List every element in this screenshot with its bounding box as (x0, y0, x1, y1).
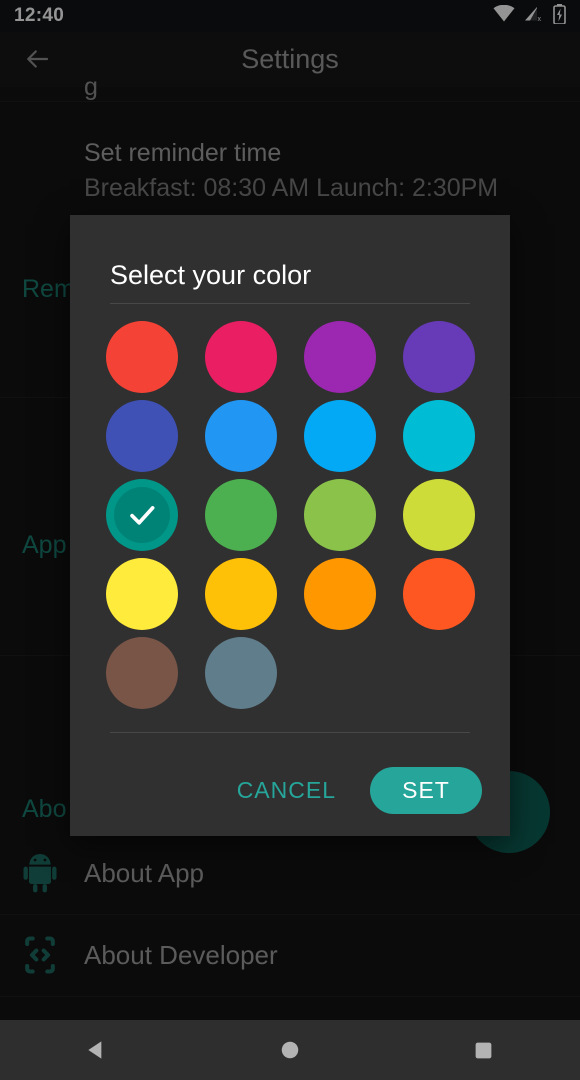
color-swatch-cell-amber[interactable] (201, 554, 280, 633)
color-swatch-teal[interactable] (105, 478, 178, 551)
color-swatch-pink[interactable] (204, 320, 277, 393)
color-swatch-cell-lime[interactable] (399, 475, 478, 554)
check-icon (125, 498, 159, 532)
color-swatch-cell-light-green[interactable] (300, 475, 379, 554)
nav-back-icon[interactable] (67, 1020, 127, 1080)
color-swatch-blue[interactable] (204, 399, 277, 472)
color-swatch-brown[interactable] (105, 636, 178, 709)
color-swatch-cell-cyan[interactable] (399, 396, 478, 475)
color-swatch-cell-purple[interactable] (300, 317, 379, 396)
color-swatch-amber[interactable] (204, 557, 277, 630)
color-swatch-deep-orange[interactable] (402, 557, 475, 630)
color-swatch-cell-green[interactable] (201, 475, 280, 554)
action-divider (110, 732, 470, 733)
color-swatch-purple[interactable] (303, 320, 376, 393)
color-swatch-orange[interactable] (303, 557, 376, 630)
nav-home-icon[interactable] (260, 1020, 320, 1080)
set-button[interactable]: SET (370, 766, 482, 814)
color-swatch-grid (102, 317, 478, 712)
color-swatch-cell-orange[interactable] (300, 554, 379, 633)
color-swatch-deep-purple[interactable] (402, 320, 475, 393)
system-navigation-bar (0, 1020, 580, 1080)
color-picker-dialog: Select your color CANCEL SET (70, 215, 510, 836)
color-swatch-cell-blue-grey[interactable] (201, 633, 280, 712)
color-swatch-red[interactable] (105, 320, 178, 393)
dialog-title: Select your color (110, 260, 312, 290)
title-divider (110, 303, 470, 304)
color-swatch-cell-deep-purple[interactable] (399, 317, 478, 396)
color-swatch-indigo[interactable] (105, 399, 178, 472)
color-swatch-cell-yellow[interactable] (102, 554, 181, 633)
color-swatch-light-blue[interactable] (303, 399, 376, 472)
color-swatch-cell-blue[interactable] (201, 396, 280, 475)
dialog-actions: CANCEL SET (70, 750, 510, 830)
color-swatch-green[interactable] (204, 478, 277, 551)
color-swatch-light-green[interactable] (303, 478, 376, 551)
color-swatch-cyan[interactable] (402, 399, 475, 472)
color-swatch-cell-red[interactable] (102, 317, 181, 396)
cancel-button[interactable]: CANCEL (225, 767, 348, 814)
color-swatch-cell-brown[interactable] (102, 633, 181, 712)
color-swatch-cell-pink[interactable] (201, 317, 280, 396)
color-swatch-yellow[interactable] (105, 557, 178, 630)
color-swatch-cell-deep-orange[interactable] (399, 554, 478, 633)
color-swatch-cell-light-blue[interactable] (300, 396, 379, 475)
color-swatch-lime[interactable] (402, 478, 475, 551)
color-swatch-cell-indigo[interactable] (102, 396, 181, 475)
color-swatch-blue-grey[interactable] (204, 636, 277, 709)
android-settings-screen: 12:40 x Settings g Set reminder time Bre… (0, 0, 580, 1080)
color-swatch-cell-teal[interactable] (102, 475, 181, 554)
nav-recents-icon[interactable] (453, 1020, 513, 1080)
